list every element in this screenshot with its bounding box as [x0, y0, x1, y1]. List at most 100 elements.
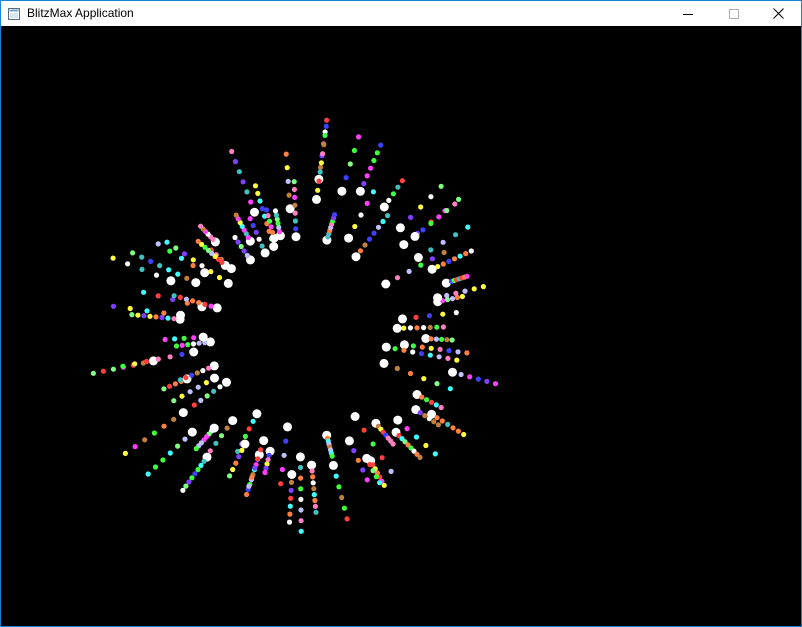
particle-dot — [268, 224, 274, 230]
particle-head — [350, 412, 360, 421]
particle-trail — [410, 201, 458, 241]
particle-dot — [373, 474, 379, 480]
particle-dot — [436, 354, 442, 360]
particle-dot — [265, 213, 271, 219]
particle-dot — [358, 212, 364, 218]
particle-dot — [236, 169, 242, 175]
particle-trail — [355, 142, 384, 196]
particle-dot — [250, 222, 256, 229]
app-window-icon[interactable] — [8, 7, 20, 20]
particle-dot — [449, 296, 456, 302]
particle-trail — [421, 334, 455, 343]
particle-head — [295, 452, 305, 462]
particle-dot — [198, 462, 204, 468]
maximize-button[interactable] — [711, 1, 757, 26]
particle-dot — [450, 425, 456, 431]
particle-dot — [361, 181, 367, 187]
particle-head — [269, 242, 279, 251]
particle-dot — [152, 464, 159, 470]
particle-head — [448, 367, 457, 377]
particle-dot — [199, 263, 205, 269]
particle-dot — [441, 249, 447, 256]
window-title: BlitzMax Application — [27, 6, 134, 20]
particle-dot — [183, 375, 189, 381]
close-button[interactable] — [755, 1, 801, 26]
particle-dot — [130, 250, 136, 256]
particle-dot — [394, 365, 400, 372]
particle-dot — [436, 214, 442, 220]
particle-head — [433, 293, 443, 303]
particle-dot — [434, 324, 440, 330]
particle-dot — [364, 173, 370, 179]
particle-dot — [395, 184, 401, 190]
particle-trail — [171, 293, 222, 313]
particle-dot — [206, 365, 212, 371]
particle-head — [223, 278, 233, 288]
particle-trail — [391, 427, 423, 460]
application-window: BlitzMax Application — [0, 0, 802, 627]
particle-dot — [238, 243, 244, 250]
particle-dot — [286, 192, 292, 198]
particle-dot — [263, 207, 270, 213]
particle-dot — [312, 503, 318, 509]
particle-dot — [455, 428, 461, 434]
particle-dot — [195, 467, 201, 473]
particle-dot — [439, 336, 445, 342]
particle-dot — [452, 201, 458, 207]
minimize-button[interactable] — [665, 1, 711, 26]
particle-dot — [204, 393, 210, 399]
particle-trail — [322, 212, 338, 245]
particle-dot — [144, 308, 150, 314]
particle-dot — [432, 451, 438, 457]
particle-head — [176, 310, 185, 320]
particle-dot — [183, 483, 189, 489]
particle-dot — [364, 200, 370, 206]
particle-dot — [399, 178, 405, 184]
particle-dot — [161, 310, 167, 316]
particle-dot — [132, 361, 138, 367]
particle-dot — [148, 258, 154, 264]
particle-dot — [132, 444, 138, 450]
particle-trail — [312, 123, 329, 204]
particle-dot — [173, 245, 179, 251]
particle-dot — [167, 383, 173, 389]
particle-dot — [440, 311, 446, 317]
particle-dot — [410, 349, 416, 355]
particle-head — [395, 223, 405, 233]
particle-dot — [419, 344, 425, 350]
particle-dot — [352, 223, 358, 230]
particle-trail — [395, 183, 444, 233]
particle-dot — [157, 263, 163, 269]
particle-dot — [435, 422, 441, 428]
particle-head — [344, 233, 354, 243]
particle-dot — [423, 442, 429, 449]
particle-dot — [446, 258, 452, 264]
particle-dot — [428, 194, 434, 200]
particle-dot — [440, 239, 446, 245]
particle-dot — [392, 346, 398, 352]
particle-dot — [444, 337, 450, 343]
particle-dot — [153, 272, 160, 278]
graphics-canvas[interactable] — [1, 26, 801, 626]
particle-dot — [344, 516, 350, 522]
particle-dot — [173, 343, 180, 349]
particle-dot — [179, 393, 185, 399]
particle-dot — [371, 230, 377, 236]
particle-dot — [244, 252, 250, 259]
particle-burst — [90, 117, 499, 534]
particle-dot — [167, 354, 173, 360]
particle-dot — [422, 413, 428, 419]
particle-dot — [364, 477, 370, 483]
particle-dot — [190, 298, 196, 304]
particle-dot — [385, 213, 391, 219]
title-bar[interactable]: BlitzMax Application — [1, 1, 801, 26]
particle-head — [228, 416, 238, 426]
particle-dot — [217, 384, 223, 390]
particle-head — [328, 460, 338, 470]
particle-dot — [388, 468, 394, 474]
particle-dot — [464, 273, 470, 279]
particle-dot — [189, 475, 195, 481]
particle-dot — [139, 254, 145, 260]
particle-dot — [370, 441, 376, 447]
particle-dot — [324, 117, 330, 123]
